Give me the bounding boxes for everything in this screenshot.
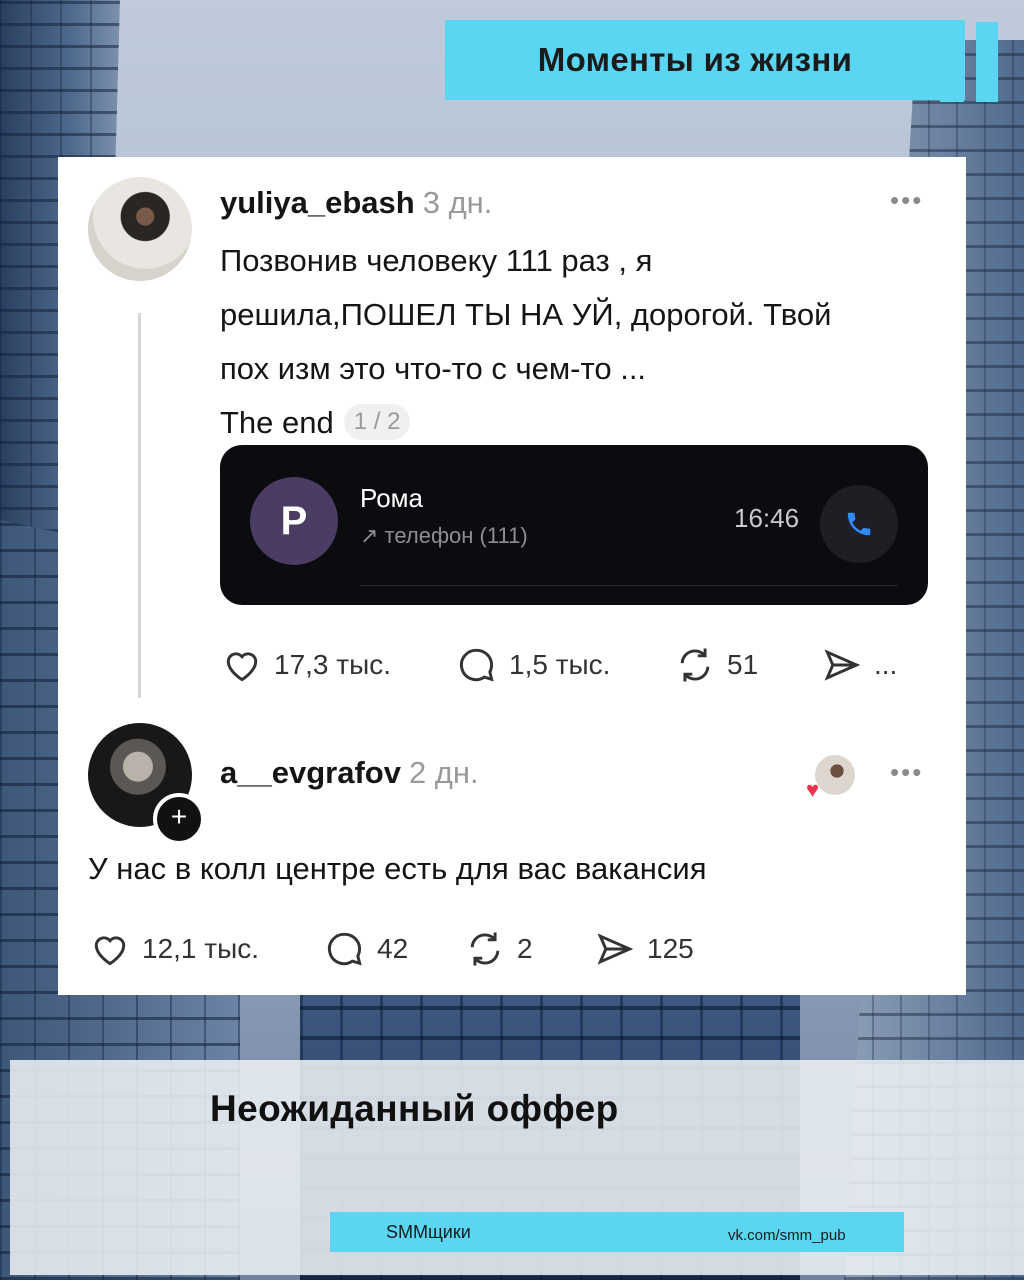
comment-count: 1,5 тыс. <box>509 649 611 680</box>
pager-badge[interactable]: 1 / 2 <box>343 404 411 440</box>
username[interactable]: yuliya_ebash <box>220 185 415 220</box>
share-button[interactable]: 125 <box>593 927 694 971</box>
post-header: yuliya_ebash 3 дн. <box>220 185 492 221</box>
like-button[interactable]: 17,3 тыс. <box>220 643 391 687</box>
post-text: Позвонив человеку 111 раз , я решила,ПОШ… <box>220 234 940 450</box>
reply-time: 2 дн. <box>408 755 479 790</box>
like-count: 12,1 тыс. <box>142 933 260 964</box>
phone-icon <box>820 485 898 563</box>
username[interactable]: a__evgrafov <box>220 755 401 790</box>
avatar[interactable] <box>88 177 192 281</box>
contact-name: Рома <box>360 483 423 513</box>
call-time: 16:46 <box>734 503 800 533</box>
contact-subtitle: ↗ телефон (111) <box>360 523 528 548</box>
bottom-title: Неожиданный оффер <box>210 1088 619 1129</box>
heart-icon <box>94 936 126 966</box>
comment-count: 42 <box>377 933 409 964</box>
like-count: 17,3 тыс. <box>274 649 392 680</box>
header-title: Моменты из жизни <box>537 41 853 78</box>
contact-avatar: Р <box>250 477 338 565</box>
post-text-line: Позвонив человеку 111 раз , я <box>220 243 653 278</box>
post-actions: 17,3 тыс. 1,5 тыс. 51 ... <box>220 643 940 693</box>
heart-icon: ♥ <box>806 777 820 802</box>
repost-button[interactable]: 2 <box>463 927 533 971</box>
footer-link[interactable]: vk.com/smm_pub <box>728 1227 846 1244</box>
comment-icon <box>327 932 362 966</box>
send-icon <box>597 933 634 965</box>
send-icon <box>824 649 861 681</box>
reply-text: У нас в колл центре есть для вас ваканси… <box>88 851 707 886</box>
repost-count: 51 <box>727 649 759 680</box>
divider <box>360 585 898 586</box>
post-time: 3 дн. <box>422 185 493 220</box>
post-text-line: решила,ПОШЕЛ ТЫ НА УЙ, дорогой. Твой <box>220 297 832 332</box>
share-count: 125 <box>647 933 694 964</box>
banner-stripe <box>976 22 998 102</box>
post-text-line: The end <box>220 405 334 440</box>
more-options-icon[interactable]: ••• <box>890 757 923 788</box>
call-screenshot: Р Рома ↗ телефон (111) 16:46 <box>220 445 928 605</box>
comment-icon <box>459 648 494 682</box>
follow-plus-icon[interactable]: + <box>153 793 205 845</box>
thread-line <box>138 313 141 698</box>
reply-actions: 12,1 тыс. 42 2 125 <box>88 927 808 977</box>
more-options-icon[interactable]: ••• <box>890 185 923 216</box>
share-label: ... <box>874 649 898 680</box>
repost-icon <box>470 932 500 966</box>
share-button[interactable]: ... <box>820 643 897 687</box>
comment-button[interactable]: 42 <box>323 927 408 971</box>
repost-icon <box>680 648 710 682</box>
post-text-line: пох изм это что-то с чем-то ... <box>220 351 647 386</box>
post-card: yuliya_ebash 3 дн. ••• Позвонив человеку … <box>58 157 966 995</box>
repost-count: 2 <box>517 933 533 964</box>
heart-icon <box>226 652 258 682</box>
footer-brand: SMMщики <box>386 1222 471 1242</box>
comment-button[interactable]: 1,5 тыс. <box>455 643 610 687</box>
repost-button[interactable]: 51 <box>673 643 758 687</box>
reply-header: a__evgrafov 2 дн. <box>220 755 479 791</box>
like-button[interactable]: 12,1 тыс. <box>88 927 259 971</box>
liked-by-author-avatar <box>815 755 855 795</box>
